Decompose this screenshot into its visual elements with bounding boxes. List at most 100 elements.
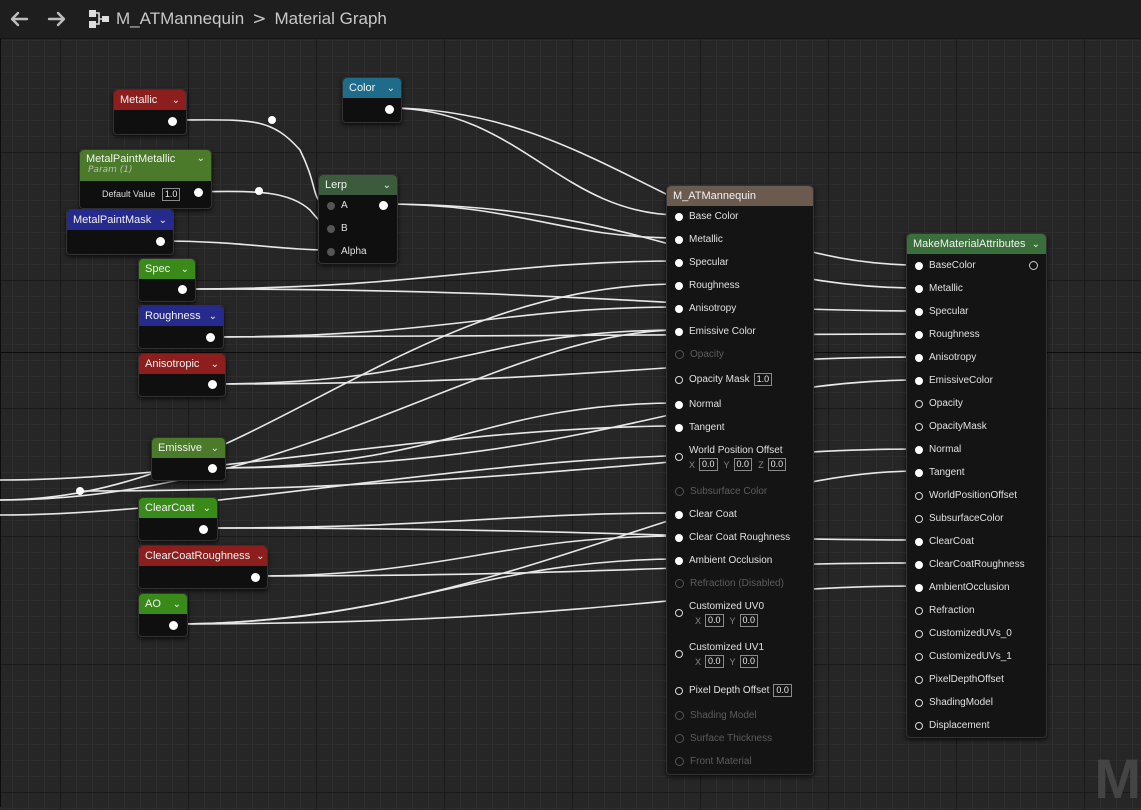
output-pin[interactable] xyxy=(194,188,203,197)
input-pin[interactable] xyxy=(675,304,683,313)
output-pin[interactable] xyxy=(379,201,388,210)
make-pin-ambientocclusion[interactable]: AmbientOcclusion xyxy=(915,582,1010,593)
chevron-down-icon[interactable]: ⌄ xyxy=(256,551,264,562)
output-pin[interactable] xyxy=(156,237,165,246)
chevron-down-icon[interactable]: ⌄ xyxy=(203,503,211,514)
pin-opacity-mask[interactable]: Opacity Mask 1.0 xyxy=(675,373,773,386)
pin-anisotropy[interactable]: Anisotropy xyxy=(675,303,736,314)
node-spec[interactable]: Spec ⌄ xyxy=(138,258,196,302)
output-pin[interactable] xyxy=(178,285,187,294)
input-pin[interactable] xyxy=(915,537,923,546)
input-b[interactable]: B xyxy=(327,223,348,234)
input-pin[interactable] xyxy=(915,261,923,270)
node-header[interactable]: Spec ⌄ xyxy=(139,259,195,279)
input-pin[interactable] xyxy=(675,609,683,617)
input-pin[interactable] xyxy=(915,468,923,477)
chevron-down-icon[interactable]: ⌄ xyxy=(211,443,219,454)
node-header[interactable]: Metallic ⌄ xyxy=(114,90,186,110)
node-make-material-attributes[interactable]: MakeMaterialAttributes ⌄ BaseColor Metalli… xyxy=(906,233,1047,738)
opacity-mask-value[interactable]: 1.0 xyxy=(753,373,773,386)
make-pin-emissivecolor[interactable]: EmissiveColor xyxy=(915,375,993,386)
chevron-down-icon[interactable]: ⌄ xyxy=(387,83,395,94)
input-pin[interactable] xyxy=(915,445,923,454)
node-metallic[interactable]: Metallic ⌄ xyxy=(113,89,187,135)
make-pin-tangent[interactable]: Tangent xyxy=(915,467,965,478)
pin-clear-coat-roughness[interactable]: Clear Coat Roughness xyxy=(675,532,790,543)
node-header[interactable]: ClearCoatRoughness ⌄ xyxy=(139,546,267,566)
input-pin[interactable] xyxy=(915,491,923,500)
input-pin[interactable] xyxy=(915,399,923,408)
make-pin-metallic[interactable]: Metallic xyxy=(915,283,963,294)
chevron-down-icon[interactable]: ⌄ xyxy=(173,599,181,610)
pin-roughness[interactable]: Roughness xyxy=(675,280,740,291)
pin-world-position-offset[interactable]: World Position Offset X 0.0 Y 0.0 Z 0.0 xyxy=(675,445,787,471)
input-pin[interactable] xyxy=(675,686,683,695)
node-metal-paint-mask[interactable]: MetalPaintMask ⌄ xyxy=(66,209,174,255)
output-pin[interactable] xyxy=(251,573,260,582)
pin-metallic[interactable]: Metallic xyxy=(675,234,723,245)
uv0-x-input[interactable]: 0.0 xyxy=(705,614,724,627)
pin-specular[interactable]: Specular xyxy=(675,257,728,268)
node-material-result[interactable]: M_ATMannequin Base Color Metallic Specul… xyxy=(666,185,814,775)
uv0-y-input[interactable]: 0.0 xyxy=(739,614,759,627)
make-pin-specular[interactable]: Specular xyxy=(915,306,968,317)
input-pin[interactable] xyxy=(915,606,923,615)
node-header[interactable]: MetalPaintMask ⌄ xyxy=(67,210,173,230)
output-pin[interactable] xyxy=(208,464,217,473)
make-pin-subsurfacecolor[interactable]: SubsurfaceColor xyxy=(915,513,1003,524)
chevron-down-icon[interactable]: ⌄ xyxy=(197,153,205,164)
pin-ambient-occlusion[interactable]: Ambient Occlusion xyxy=(675,555,772,566)
output-pin[interactable] xyxy=(169,621,178,630)
input-pin[interactable] xyxy=(915,284,923,293)
make-pin-refraction[interactable]: Refraction xyxy=(915,605,975,616)
make-pin-clearcoat[interactable]: ClearCoat xyxy=(915,536,974,547)
node-header[interactable]: Emissive ⌄ xyxy=(152,438,225,458)
input-pin[interactable] xyxy=(915,330,923,339)
input-pin[interactable] xyxy=(675,453,683,461)
chevron-down-icon[interactable]: ⌄ xyxy=(209,311,217,322)
pin-base-color[interactable]: Base Color xyxy=(675,211,738,222)
make-pin-opacity[interactable]: Opacity xyxy=(915,398,963,409)
input-pin[interactable] xyxy=(915,698,923,707)
node-clearcoat-roughness[interactable]: ClearCoatRoughness ⌄ xyxy=(138,545,268,589)
node-header[interactable]: AO ⌄ xyxy=(139,594,187,614)
node-header[interactable]: Lerp ⌄ xyxy=(319,175,397,195)
make-pin-anisotropy[interactable]: Anisotropy xyxy=(915,352,976,363)
pixel-depth-value[interactable]: 0.0 xyxy=(773,684,792,697)
input-pin[interactable] xyxy=(675,375,683,384)
back-button[interactable] xyxy=(0,0,38,38)
breadcrumb-root[interactable]: M_ATMannequin xyxy=(116,9,244,29)
node-header[interactable]: Anisotropic ⌄ xyxy=(139,354,225,374)
input-pin[interactable] xyxy=(915,583,923,592)
chevron-down-icon[interactable]: ⌄ xyxy=(159,215,167,226)
node-header[interactable]: MakeMaterialAttributes ⌄ xyxy=(907,234,1046,254)
node-lerp[interactable]: Lerp ⌄ A B Alpha xyxy=(318,174,398,264)
input-pin[interactable] xyxy=(675,423,683,432)
wpo-x-input[interactable]: 0.0 xyxy=(699,458,718,471)
input-pin[interactable] xyxy=(327,201,335,210)
input-pin[interactable] xyxy=(915,353,923,362)
pin-emissive-color[interactable]: Emissive Color xyxy=(675,326,756,337)
input-pin[interactable] xyxy=(675,281,683,290)
make-pin-normal[interactable]: Normal xyxy=(915,444,961,455)
make-pin-opacitymask[interactable]: OpacityMask xyxy=(915,421,987,432)
make-pin-roughness[interactable]: Roughness xyxy=(915,329,980,340)
uv1-y-input[interactable]: 0.0 xyxy=(739,655,759,668)
output-pin[interactable] xyxy=(385,105,394,114)
node-roughness[interactable]: Roughness ⌄ xyxy=(138,305,224,349)
input-a[interactable]: A xyxy=(327,200,348,211)
node-header[interactable]: ClearCoat ⌄ xyxy=(139,498,217,518)
input-pin[interactable] xyxy=(327,247,335,256)
output-pin[interactable] xyxy=(208,380,217,389)
input-pin[interactable] xyxy=(915,422,923,431)
input-pin[interactable] xyxy=(915,514,923,523)
forward-button[interactable] xyxy=(38,0,76,38)
make-pin-shadingmodel[interactable]: ShadingModel xyxy=(915,697,993,708)
output-pin[interactable] xyxy=(206,333,215,342)
input-pin[interactable] xyxy=(915,721,923,730)
output-pin[interactable] xyxy=(199,525,208,534)
input-pin[interactable] xyxy=(675,258,683,267)
node-anisotropic[interactable]: Anisotropic ⌄ xyxy=(138,353,226,397)
output-pin[interactable] xyxy=(168,117,177,126)
input-pin[interactable] xyxy=(915,307,923,316)
